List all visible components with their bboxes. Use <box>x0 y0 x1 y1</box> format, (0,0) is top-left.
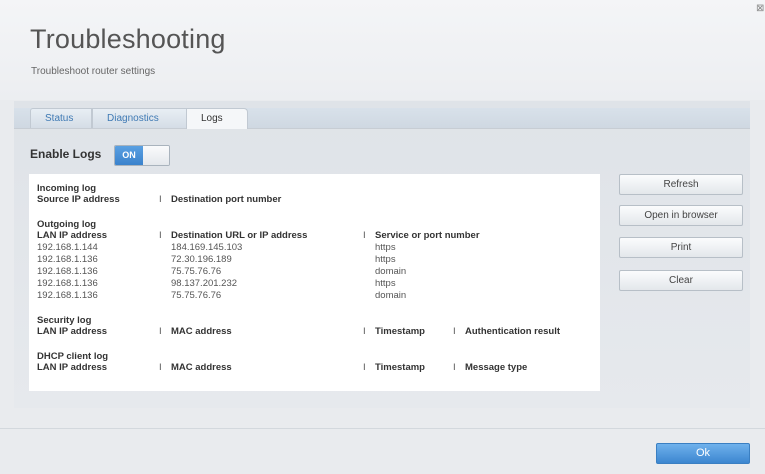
outgoing-row-destination: 75.75.76.76 <box>171 290 222 301</box>
toggle-state: ON <box>115 146 143 165</box>
outgoing-row-destination: 98.137.201.232 <box>171 278 238 289</box>
open-in-browser-button[interactable]: Open in browser <box>619 205 743 226</box>
outgoing-row-lan: 192.168.1.136 <box>37 278 98 289</box>
security-col-auth: Authentication result <box>465 326 561 337</box>
outgoing-row-lan: 192.168.1.144 <box>37 242 98 253</box>
dhcp-col-lan: LAN IP address <box>37 362 108 373</box>
enable-logs-label: Enable Logs <box>30 147 102 161</box>
security-col-timestamp: Timestamp <box>375 326 425 337</box>
page-subtitle: Troubleshoot router settings <box>31 66 156 77</box>
page-header: Troubleshooting Troubleshoot router sett… <box>0 0 765 100</box>
ok-button[interactable]: Ok <box>656 443 750 464</box>
tab-diagnostics[interactable]: Diagnostics <box>92 108 187 128</box>
outgoing-row-service: https <box>375 254 396 265</box>
dhcp-col-message-type: Message type <box>465 362 528 373</box>
dhcp-col-mac: MAC address <box>171 362 232 373</box>
dhcp-col-timestamp: Timestamp <box>375 362 425 373</box>
column-separator: I <box>363 326 366 337</box>
outgoing-col-service: Service or port number <box>375 230 480 241</box>
column-separator: I <box>159 230 162 241</box>
tab-status[interactable]: Status <box>30 108 92 128</box>
outgoing-row-lan: 192.168.1.136 <box>37 290 98 301</box>
outgoing-row-lan: 192.168.1.136 <box>37 266 98 277</box>
outgoing-row-destination: 75.75.76.76 <box>171 266 222 277</box>
toggle-knob[interactable] <box>143 146 169 165</box>
column-separator: I <box>159 362 162 373</box>
tab-bar: Status Diagnostics Logs <box>14 108 750 129</box>
enable-logs-toggle[interactable]: ON <box>114 145 170 166</box>
close-icon[interactable]: ⊠ <box>756 3 764 14</box>
page-title: Troubleshooting <box>30 24 226 54</box>
column-separator: I <box>453 326 456 337</box>
column-separator: I <box>453 362 456 373</box>
outgoing-col-lan: LAN IP address <box>37 230 108 241</box>
incoming-log-title: Incoming log <box>37 183 97 194</box>
print-button[interactable]: Print <box>619 237 743 258</box>
outgoing-row-service: https <box>375 242 396 253</box>
outgoing-row-destination: 72.30.196.189 <box>171 254 232 265</box>
outgoing-row-service: https <box>375 278 396 289</box>
footer-divider <box>0 428 765 429</box>
security-col-mac: MAC address <box>171 326 232 337</box>
column-separator: I <box>363 230 366 241</box>
dhcp-log-title: DHCP client log <box>37 351 109 362</box>
tab-logs[interactable]: Logs <box>186 108 248 129</box>
outgoing-log-title: Outgoing log <box>37 219 97 230</box>
outgoing-row-lan: 192.168.1.136 <box>37 254 98 265</box>
log-viewer: Incoming log Source IP address I Destina… <box>29 174 600 391</box>
incoming-col-source: Source IP address <box>37 194 120 205</box>
outgoing-row-service: domain <box>375 266 407 277</box>
clear-button[interactable]: Clear <box>619 270 743 291</box>
incoming-col-port: Destination port number <box>171 194 282 205</box>
security-log-title: Security log <box>37 315 92 326</box>
column-separator: I <box>159 326 162 337</box>
outgoing-col-destination: Destination URL or IP address <box>171 230 308 241</box>
outgoing-row-service: domain <box>375 290 407 301</box>
outgoing-row-destination: 184.169.145.103 <box>171 242 243 253</box>
refresh-button[interactable]: Refresh <box>619 174 743 195</box>
column-separator: I <box>363 362 366 373</box>
column-separator: I <box>159 194 162 205</box>
security-col-lan: LAN IP address <box>37 326 108 337</box>
